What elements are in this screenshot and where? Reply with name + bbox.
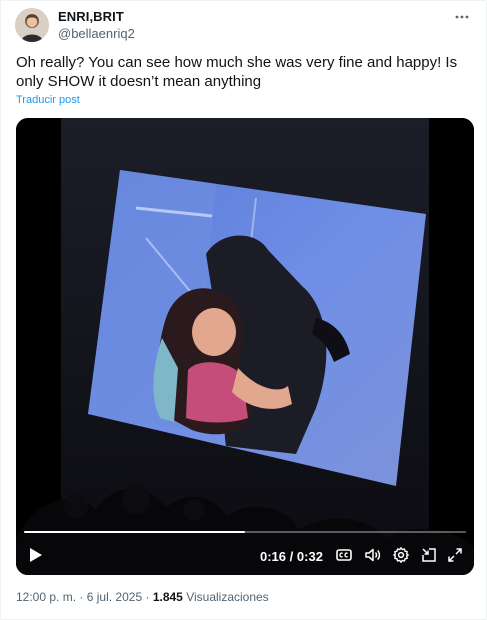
current-time: 0:16: [260, 549, 287, 564]
picture-in-picture-button[interactable]: [418, 544, 440, 566]
video-player[interactable]: 0:16 / 0:32: [16, 118, 474, 575]
author-block: ENRI,BRIT @bellaenriq2: [58, 9, 135, 42]
tweet-card: ENRI,BRIT @bellaenriq2 Oh really? You ca…: [0, 0, 487, 620]
translate-post-link[interactable]: Traducir post: [16, 94, 80, 106]
user-handle[interactable]: @bellaenriq2: [58, 25, 135, 42]
meta-separator: ·: [145, 590, 150, 604]
tweet-text: Oh really? You can see how much she was …: [16, 54, 458, 90]
play-icon: [30, 548, 42, 562]
time-separator: /: [289, 549, 294, 564]
progress-fill: [24, 531, 245, 533]
views-label: Visualizaciones: [186, 590, 269, 604]
captions-icon: [336, 549, 352, 561]
fullscreen-icon: [448, 548, 462, 562]
video-controls: 0:16 / 0:32: [16, 542, 474, 570]
meta-separator: ·: [79, 590, 84, 604]
settings-button[interactable]: [390, 544, 412, 566]
more-horizontal-icon: [455, 15, 469, 19]
views-count: 1.845: [152, 590, 183, 604]
tweet-meta: 12:00 p. m. · 6 jul. 2025 · 1.845 Visual…: [16, 590, 269, 604]
progress-track[interactable]: [24, 531, 466, 533]
volume-icon: [365, 548, 381, 562]
fullscreen-button[interactable]: [444, 544, 466, 566]
volume-button[interactable]: [362, 544, 384, 566]
captions-button[interactable]: [333, 544, 355, 566]
play-button[interactable]: [24, 544, 46, 566]
tweet-time[interactable]: 12:00 p. m.: [16, 590, 76, 604]
video-frame: [16, 118, 474, 575]
tweet-date[interactable]: 6 jul. 2025: [87, 590, 142, 604]
picture-in-picture-icon: [422, 548, 436, 562]
duration: 0:32: [296, 549, 323, 564]
more-options-button[interactable]: [452, 9, 472, 25]
avatar-image: [15, 8, 49, 42]
gear-icon: [393, 547, 409, 563]
avatar[interactable]: [15, 8, 49, 42]
display-name[interactable]: ENRI,BRIT: [58, 9, 135, 24]
time-display: 0:16 / 0:32: [260, 549, 323, 564]
